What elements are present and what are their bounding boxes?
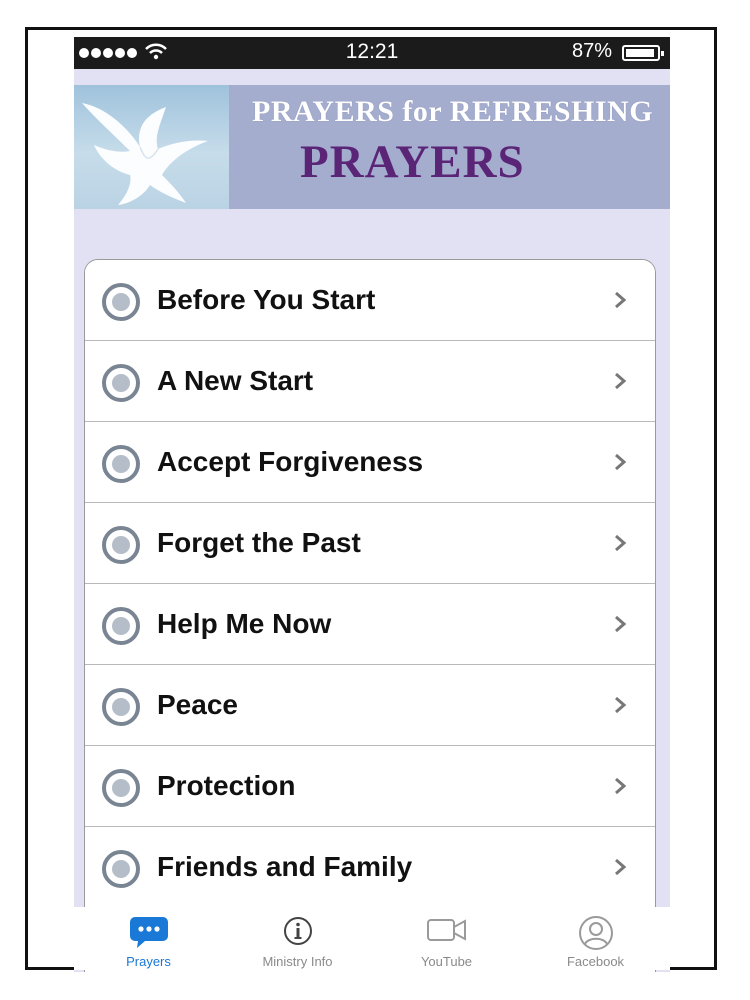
tab-label: YouTube <box>420 954 473 969</box>
disc-icon <box>102 526 140 564</box>
disc-icon <box>102 283 140 321</box>
battery-percent: 87% <box>571 40 612 62</box>
info-icon <box>283 917 312 945</box>
prayer-list: Before You Start A New Start Accept Forg… <box>84 259 656 972</box>
phone-screen: 12:21 87% PRAYERS for REFRESHING PRAYERS… <box>74 37 670 972</box>
prayer-label: Friends and Family <box>157 851 413 882</box>
tab-label: Prayers <box>126 954 171 969</box>
person-icon <box>578 916 613 950</box>
prayer-row-peace[interactable]: Peace <box>85 665 655 746</box>
prayer-label: Forget the Past <box>157 527 361 558</box>
status-bar: 12:21 87% <box>74 37 670 69</box>
prayer-row-protection[interactable]: Protection <box>85 746 655 827</box>
prayer-row-help-me-now[interactable]: Help Me Now <box>85 584 655 665</box>
chevron-right-icon <box>615 858 627 876</box>
app-banner: PRAYERS for REFRESHING PRAYERS <box>74 85 670 209</box>
tab-label: Facebook <box>566 954 625 969</box>
chevron-right-icon <box>615 534 627 552</box>
disc-icon <box>102 364 140 402</box>
prayer-row-a-new-start[interactable]: A New Start <box>85 341 655 422</box>
tab-prayers[interactable]: Prayers <box>74 907 223 970</box>
tab-bar: Prayers Ministry Info YouTube Facebook <box>74 907 670 970</box>
prayer-row-forget-the-past[interactable]: Forget the Past <box>85 503 655 584</box>
video-camera-icon <box>426 919 466 941</box>
banner-title: PRAYERS for REFRESHING <box>252 95 654 128</box>
tab-ministry-info[interactable]: Ministry Info <box>223 907 372 970</box>
prayer-label: Protection <box>157 770 296 801</box>
prayer-label: A New Start <box>157 365 314 396</box>
dove-image <box>74 85 229 209</box>
chat-bubble-icon <box>129 917 168 948</box>
chevron-right-icon <box>615 615 627 633</box>
disc-icon <box>102 607 140 645</box>
tab-youtube[interactable]: YouTube <box>372 907 521 970</box>
prayer-label: Accept Forgiveness <box>157 446 424 477</box>
prayer-label: Before You Start <box>157 284 376 315</box>
chevron-right-icon <box>615 372 627 390</box>
tab-facebook[interactable]: Facebook <box>521 907 670 970</box>
chevron-right-icon <box>615 453 627 471</box>
disc-icon <box>102 445 140 483</box>
disc-icon <box>102 850 140 888</box>
battery-icon <box>622 45 664 61</box>
prayer-row-accept-forgiveness[interactable]: Accept Forgiveness <box>85 422 655 503</box>
disc-icon <box>102 769 140 807</box>
banner-subtitle: PRAYERS <box>300 136 525 188</box>
prayer-label: Peace <box>157 689 238 720</box>
prayer-row-before-you-start[interactable]: Before You Start <box>85 260 655 341</box>
prayer-row-friends-and-family[interactable]: Friends and Family <box>85 827 655 908</box>
prayer-label: Help Me Now <box>157 608 332 639</box>
disc-icon <box>102 688 140 726</box>
dove-icon <box>82 103 208 205</box>
chevron-right-icon <box>615 291 627 309</box>
tab-label: Ministry Info <box>262 954 333 969</box>
chevron-right-icon <box>615 696 627 714</box>
chevron-right-icon <box>615 777 627 795</box>
